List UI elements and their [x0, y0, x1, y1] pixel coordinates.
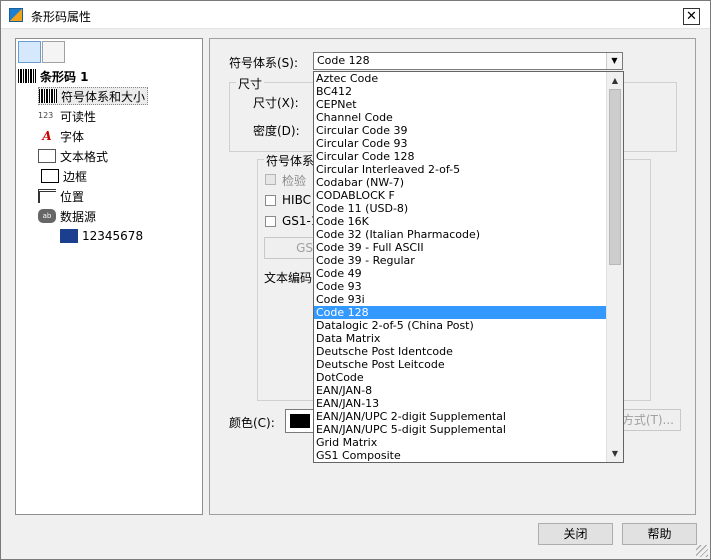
readability-icon: 123 [38, 111, 54, 120]
tree-item-border[interactable]: 边框 [38, 167, 87, 185]
symbology-option[interactable]: Code 39 - Full ASCII [314, 241, 606, 254]
hibc-label: HIBC [282, 193, 311, 207]
property-tree-panel: 条形码 1 符号体系和大小 123 可读性 A 字体 文本格式 边框 位置 ab… [15, 38, 203, 515]
symbology-option[interactable]: Datalogic 2-of-5 (China Post) [314, 319, 606, 332]
tree-item-label: 边框 [63, 169, 88, 184]
title-bar: 条形码属性 ✕ [1, 1, 710, 29]
tree-item-position[interactable]: 位置 [38, 187, 84, 205]
app-icon [9, 8, 23, 22]
symbology-option[interactable]: BC412 [314, 85, 606, 98]
symbology-option[interactable]: Circular Code 128 [314, 150, 606, 163]
font-icon: A [42, 129, 52, 143]
tree-item-label: 符号体系和大小 [61, 89, 146, 104]
symbology-option[interactable]: Grid Matrix [314, 436, 606, 449]
symbology-option[interactable]: Channel Code [314, 111, 606, 124]
gs1-checkbox[interactable] [265, 216, 276, 227]
tree-item-text-format[interactable]: 文本格式 [38, 147, 108, 165]
tree-toolbar [18, 41, 70, 63]
gs-wizard-button[interactable]: GS [264, 237, 318, 259]
tree-view-button[interactable] [18, 41, 41, 63]
symbology-group-title: 符号体系 [264, 152, 317, 169]
size-label: 尺寸(X): [253, 96, 299, 110]
tree-item-font[interactable]: A 字体 [38, 127, 84, 145]
tree-item-label: 字体 [60, 129, 85, 144]
symbology-option[interactable]: Data Matrix [314, 332, 606, 345]
symbology-option[interactable]: EAN/JAN/UPC 5-digit Supplemental [314, 423, 606, 436]
symbology-option[interactable]: Code 49 [314, 267, 606, 280]
layers-view-button[interactable] [42, 41, 65, 63]
symbology-option[interactable]: Code 93i [314, 293, 606, 306]
barcode-icon [18, 69, 36, 83]
symbology-option[interactable]: Deutsche Post Leitcode [314, 358, 606, 371]
border-icon [41, 169, 59, 183]
resize-grip-icon[interactable] [696, 545, 708, 557]
symbology-options: Aztec Code BC412 CEPNet Channel Code Circula… [314, 72, 606, 462]
symbology-option[interactable]: EAN/JAN-8 [314, 384, 606, 397]
symbology-option[interactable]: Code 93 [314, 280, 606, 293]
position-icon [38, 189, 56, 203]
tree-item-data-value[interactable]: 12345678 [58, 227, 143, 245]
color-picker[interactable] [285, 409, 315, 433]
symbology-option[interactable]: CODABLOCK F [314, 189, 606, 202]
tree-item-label: 可读性 [60, 109, 97, 124]
symbology-option[interactable]: Circular Code 39 [314, 124, 606, 137]
symbology-option[interactable]: Code 16K [314, 215, 606, 228]
symbology-dropdown-list[interactable]: Aztec Code BC412 CEPNet Channel Code Circula… [313, 71, 624, 463]
barcode-icon [39, 89, 57, 103]
tree-item-label: 文本格式 [60, 149, 109, 164]
tree-item-readability[interactable]: 123 可读性 [38, 107, 96, 125]
size-group-title: 尺寸 [236, 75, 265, 92]
window-title: 条形码属性 [31, 10, 92, 24]
symbology-option[interactable]: DotCode [314, 371, 606, 384]
symbology-option[interactable]: Deutsche Post Identcode [314, 345, 606, 358]
tree-item-label: 位置 [60, 189, 85, 204]
symbology-option[interactable]: Code 11 (USD-8) [314, 202, 606, 215]
datasource-icon: ab [38, 209, 56, 223]
symbology-combobox[interactable]: Code 128 ▼ [313, 52, 623, 70]
dropdown-scrollbar[interactable]: ▲ ▼ [606, 72, 623, 462]
combo-dropdown-arrow-icon[interactable]: ▼ [606, 53, 622, 69]
color-label: 颜色(C): [229, 416, 275, 430]
symbology-option[interactable]: Circular Interleaved 2-of-5 [314, 163, 606, 176]
symbology-option[interactable]: Aztec Code [314, 72, 606, 85]
check-digit-label: 检验 [282, 174, 307, 188]
tree-item-label: 12345678 [82, 229, 144, 243]
text-encoding-label: 文本编码 [264, 271, 313, 285]
symbology-option[interactable]: Circular Code 93 [314, 137, 606, 150]
tree-item-symbology[interactable]: 符号体系和大小 [38, 87, 149, 105]
symbology-combo-value: Code 128 [317, 54, 370, 67]
close-window-button[interactable]: ✕ [683, 8, 700, 25]
data-file-icon [60, 229, 78, 243]
scroll-down-arrow-icon[interactable]: ▼ [607, 445, 623, 462]
hibc-checkbox[interactable] [265, 195, 276, 206]
scrollbar-thumb[interactable] [609, 89, 621, 265]
tree-item-label: 数据源 [60, 209, 97, 224]
check-digit-checkbox[interactable] [265, 174, 276, 185]
barcode-properties-dialog: 条形码属性 ✕ 条形码 1 符号体系和大小 123 可读性 A 字体 文本格式 … [0, 0, 711, 560]
tree-item-datasource[interactable]: ab 数据源 [38, 207, 96, 225]
tree-root-barcode[interactable]: 条形码 1 [18, 67, 89, 85]
symbology-option[interactable]: CEPNet [314, 98, 606, 111]
close-button[interactable]: 关闭 [538, 523, 613, 545]
symbology-option[interactable]: EAN/JAN/UPC 2-digit Supplemental [314, 410, 606, 423]
gs-button-label: GS [296, 241, 313, 255]
density-label: 密度(D): [253, 124, 300, 138]
symbology-label: 符号体系(S): [229, 56, 299, 70]
symbology-option[interactable]: Codabar (NW-7) [314, 176, 606, 189]
help-button[interactable]: 帮助 [622, 523, 697, 545]
tree-root-label: 条形码 1 [40, 69, 89, 84]
color-swatch-fill [290, 414, 310, 428]
symbology-option[interactable]: GS1 Composite [314, 449, 606, 462]
symbology-option[interactable]: Code 32 (Italian Pharmacode) [314, 228, 606, 241]
symbology-option[interactable]: EAN/JAN-13 [314, 397, 606, 410]
scroll-up-arrow-icon[interactable]: ▲ [607, 72, 623, 89]
symbology-option[interactable]: Code 128 [314, 306, 606, 319]
text-format-icon [38, 149, 56, 163]
symbology-option[interactable]: Code 39 - Regular [314, 254, 606, 267]
